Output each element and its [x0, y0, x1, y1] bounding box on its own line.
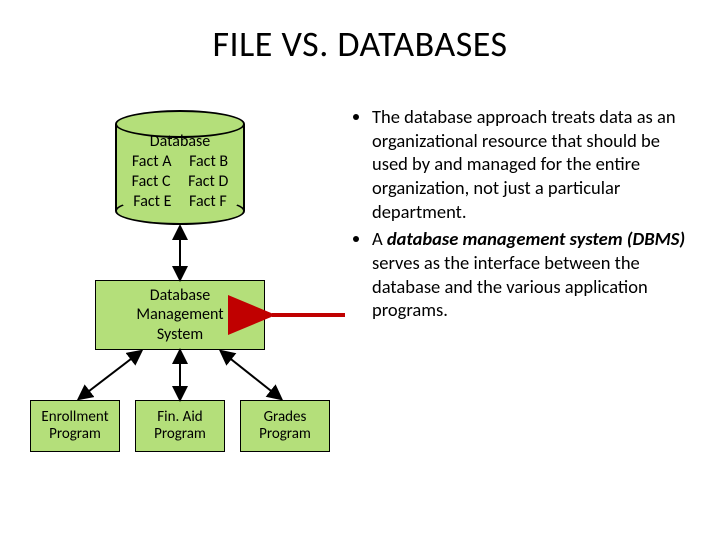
- bullet-list: The database approach treats data as an …: [350, 105, 695, 326]
- fact-f: Fact F: [189, 192, 227, 211]
- fact-d: Fact D: [188, 172, 228, 191]
- app1-line1: Enrollment: [41, 408, 108, 426]
- app3-line2: Program: [259, 425, 311, 443]
- app2-line1: Fin. Aid: [157, 408, 202, 426]
- fact-b: Fact B: [189, 152, 228, 171]
- page-title: FILE VS. DATABASES: [0, 22, 720, 66]
- app-box-finaid: Fin. Aid Program: [135, 400, 225, 452]
- arrow-dbms-app3: [222, 352, 280, 398]
- bullet-2: A database management system (DBMS) serv…: [372, 227, 695, 322]
- database-cylinder: Database Fact A Fact B Fact C Fact D Fac…: [115, 110, 245, 225]
- app3-line1: Grades: [264, 408, 307, 426]
- fact-c: Fact C: [132, 172, 171, 191]
- app2-line2: Program: [154, 425, 206, 443]
- database-cylinder-text: Database Fact A Fact B Fact C Fact D Fac…: [115, 132, 245, 212]
- app1-line2: Program: [49, 425, 101, 443]
- app-box-grades: Grades Program: [240, 400, 330, 452]
- dbms-line2: Management: [136, 305, 223, 324]
- app-box-enrollment: Enrollment Program: [30, 400, 120, 452]
- arrow-dbms-app1: [80, 352, 140, 398]
- database-label: Database: [115, 132, 245, 152]
- dbms-line3: System: [157, 325, 203, 344]
- dbms-line1: Database: [150, 286, 210, 305]
- fact-e: Fact E: [133, 192, 171, 211]
- fact-a: Fact A: [132, 152, 172, 171]
- bullet-1: The database approach treats data as an …: [372, 105, 695, 223]
- dbms-box: Database Management System: [95, 280, 265, 350]
